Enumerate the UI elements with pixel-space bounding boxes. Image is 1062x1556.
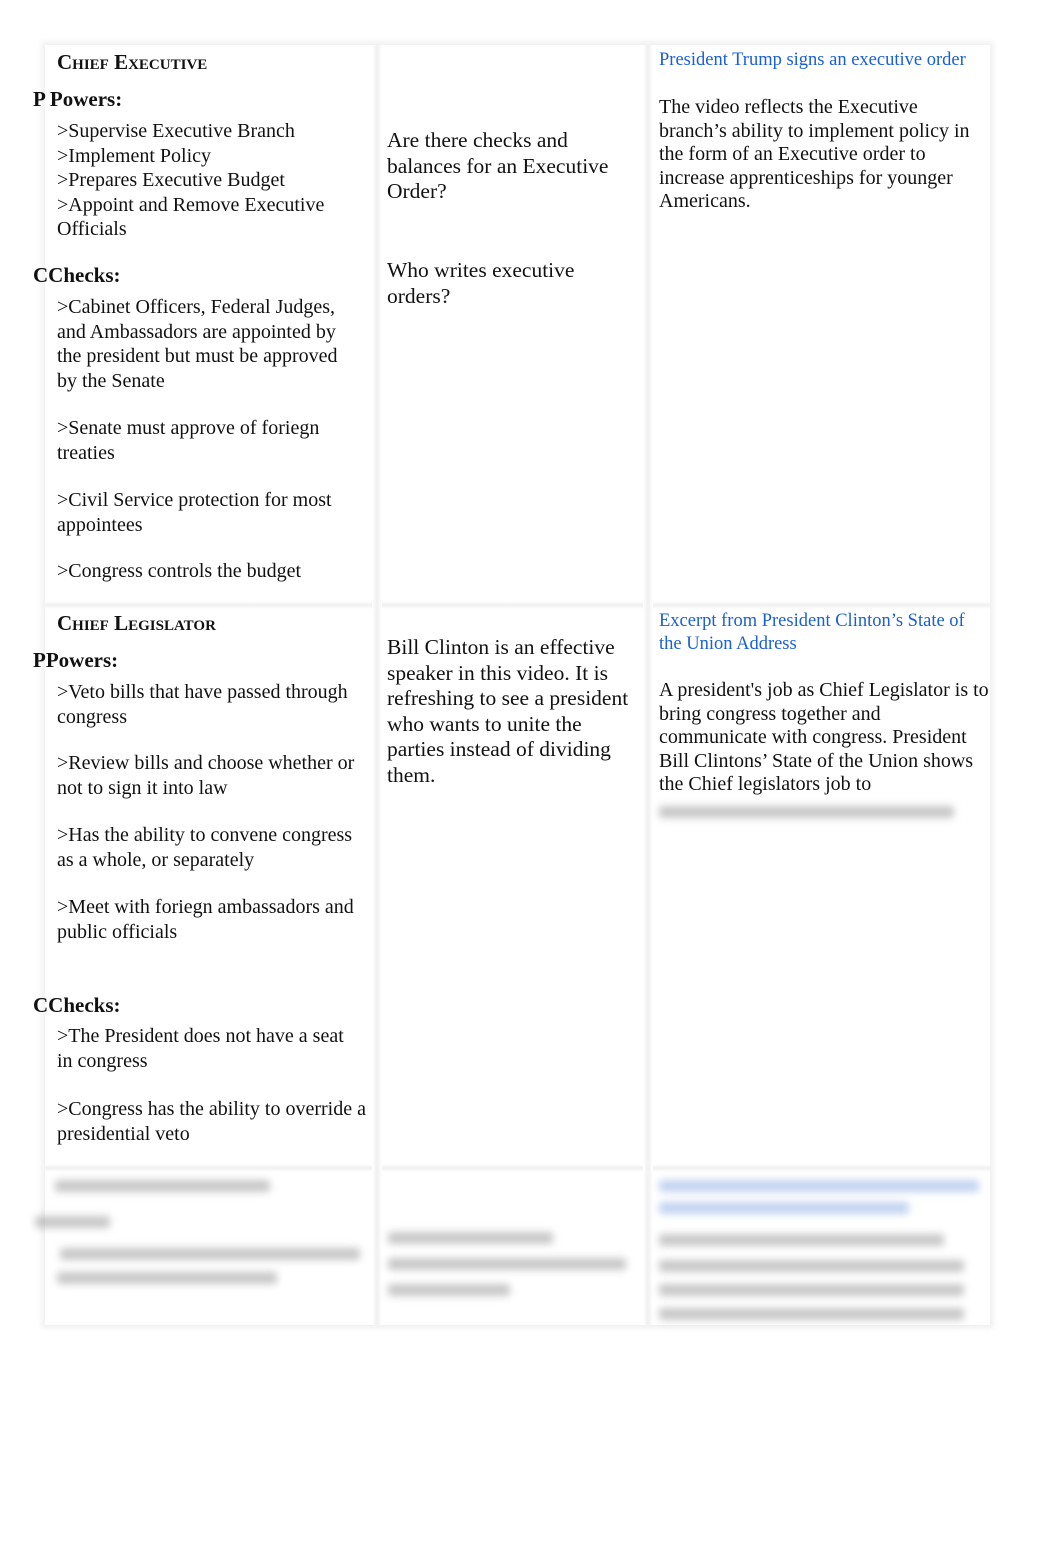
powers-heading: P Powers: bbox=[33, 87, 123, 111]
blurred-text bbox=[388, 1232, 553, 1244]
reflection-text: The video reflects the Executive branch’… bbox=[659, 96, 970, 212]
row-divider bbox=[45, 1164, 990, 1172]
blurred-text bbox=[57, 1272, 277, 1284]
role-title: Chief Executive bbox=[57, 50, 208, 74]
video-link[interactable]: Excerpt from President Clinton’s State o… bbox=[659, 610, 984, 656]
column-divider bbox=[372, 45, 382, 1325]
power-item: >Review bills and choose whether or not … bbox=[57, 752, 355, 799]
blurred-text bbox=[659, 1234, 944, 1246]
powers-heading: PPowers: bbox=[33, 648, 119, 672]
power-item: >Veto bills that have passed through con… bbox=[57, 681, 348, 728]
blurred-text bbox=[388, 1258, 626, 1270]
blurred-text bbox=[35, 1216, 110, 1228]
blurred-text bbox=[659, 1284, 964, 1296]
check-item: >Cabinet Officers, Federal Judges, and A… bbox=[57, 296, 338, 392]
row-divider bbox=[45, 601, 990, 609]
comment-text: Bill Clinton is an effective speaker in … bbox=[387, 635, 629, 787]
blurred-text bbox=[659, 806, 954, 818]
column-divider bbox=[643, 45, 653, 1325]
blurred-link bbox=[659, 1180, 979, 1192]
video-link[interactable]: President Trump signs an executive order bbox=[659, 49, 989, 72]
question: Are there checks and balances for an Exe… bbox=[387, 128, 609, 203]
question: Who writes executive orders? bbox=[387, 258, 575, 308]
blurred-text bbox=[659, 1308, 964, 1320]
blurred-text bbox=[55, 1180, 270, 1192]
blurred-text bbox=[388, 1284, 510, 1296]
power-item: >Has the ability to convene congress as … bbox=[57, 824, 353, 871]
check-item: >Civil Service protection for most appoi… bbox=[57, 489, 332, 536]
role-title: Chief Legislator bbox=[57, 611, 216, 635]
checks-heading: CChecks: bbox=[33, 993, 121, 1017]
check-item: >The President does not have a seat in c… bbox=[57, 1025, 344, 1072]
blurred-link bbox=[659, 1202, 909, 1214]
check-item: >Senate must approve of foriegn treaties bbox=[57, 417, 320, 464]
powers-list: >Supervise Executive Branch >Implement P… bbox=[57, 120, 325, 240]
blurred-text bbox=[60, 1248, 360, 1260]
blurred-text bbox=[659, 1260, 964, 1272]
check-item: >Congress has the ability to override a … bbox=[57, 1098, 366, 1145]
reflection-text: A president's job as Chief Legislator is… bbox=[659, 679, 989, 795]
check-item: >Congress controls the budget bbox=[57, 560, 302, 582]
power-item: >Meet with foriegn ambassadors and publi… bbox=[57, 896, 354, 943]
checks-heading: CChecks: bbox=[33, 263, 121, 287]
